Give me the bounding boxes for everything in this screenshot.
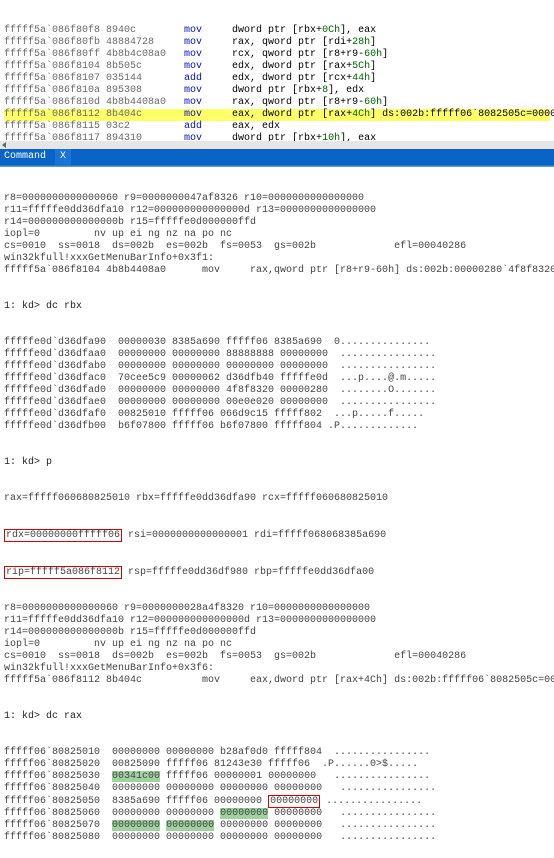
output-line: win32kfull!xxxGetMenuBarInfo+0x3f6: <box>4 663 550 675</box>
output-line: fffffe0d`d36dfae0 00000000 00000000 00e0… <box>4 397 550 409</box>
output-line: cs=0010 ss=0018 ds=002b es=002b fs=0053 … <box>4 651 550 663</box>
output-line: fffffe0d`d36dfb00 b6f07800 fffff06 b6f07… <box>4 421 550 433</box>
command-tab-label: Command <box>4 151 46 162</box>
disasm-row[interactable]: fffff5a`086f8104 8b505c mov edx, dword p… <box>4 61 550 73</box>
memory-row: fffff06`80825040 00000000 00000000 00000… <box>4 783 550 795</box>
output-line: fffff5a`086f8112 8b404c mov eax,dword pt… <box>4 675 550 687</box>
horizontal-scrollbar[interactable] <box>0 141 554 149</box>
output-line: r14=000000000000000b r15=fffffe0d000000f… <box>4 217 550 229</box>
output-line: r14=000000000000000b r15=fffffe0d000000f… <box>4 627 550 639</box>
memory-row: fffff06`80825060 00000000 00000000 00000… <box>4 808 550 820</box>
disasm-row[interactable]: fffff5a`086f810a 895308 mov dword ptr [r… <box>4 85 550 97</box>
close-icon[interactable]: X <box>55 149 71 165</box>
disasm-row[interactable]: fffff5a`086f80fb 48884728 mov rax, qword… <box>4 37 550 49</box>
disasm-row[interactable]: fffff5a`086f810d 4b8b4408a0 mov rax, qwo… <box>4 97 550 109</box>
register-line: rip=fffff5a086f8112 rsp=fffffe0dd36df980… <box>4 566 550 579</box>
disasm-row[interactable]: fffff5a`086f8107 035144 add edx, dword p… <box>4 73 550 85</box>
output-line: fffff5a`086f8104 4b8b4408a0 mov rax,qwor… <box>4 265 550 277</box>
memory-row: fffff06`80825030 00341c00 fffff06 000000… <box>4 771 550 783</box>
output-line: r11=fffffe0dd36dfa10 r12=000000000000000… <box>4 615 550 627</box>
kd-prompt: 1: kd> p <box>4 457 550 469</box>
memory-row: fffff06`80825050 8385a690 fffff06 000000… <box>4 795 550 808</box>
output-line: iopl=0 nv up ei ng nz na po nc <box>4 229 550 241</box>
output-line: iopl=0 nv up ei ng nz na po nc <box>4 639 550 651</box>
command-output[interactable]: r8=0000000000000060 r9=0000000047af8326 … <box>0 167 554 858</box>
output-line: cs=0010 ss=0018 ds=002b es=002b fs=0053 … <box>4 241 550 253</box>
output-line: fffffe0d`d36dfaa0 00000000 00000000 8888… <box>4 349 550 361</box>
output-line: r8=0000000000000060 r9=0000000028a4f8320… <box>4 603 550 615</box>
memory-row: fffff06`80825080 00000000 00000000 00000… <box>4 832 550 844</box>
output-line: r8=0000000000000060 r9=0000000047af8326 … <box>4 193 550 205</box>
disasm-row[interactable]: fffff5a`086f8115 03c2 add eax, edx <box>4 121 550 133</box>
kd-prompt: 1: kd> dc rbx <box>4 301 550 313</box>
output-line: fffffe0d`d36dfa90 00000030 8385a690 ffff… <box>4 337 550 349</box>
disasm-row[interactable]: fffff5a`086f80ff 4b8b4c08a0 mov rcx, qwo… <box>4 49 550 61</box>
kd-prompt: 1: kd> dc rax <box>4 711 550 723</box>
disasm-row[interactable]: fffff5a`086f80f8 8940c mov dword ptr [rb… <box>4 25 550 37</box>
disasm-row[interactable]: fffff5a`086f8112 8b404c mov eax, dword p… <box>4 109 550 121</box>
disasm-row[interactable]: fffff5a`086f8117 894310 mov dword ptr [r… <box>4 133 550 141</box>
disassembly-pane[interactable]: fffff5a`086f80f8 8940c mov dword ptr [rb… <box>0 0 554 141</box>
output-line: r11=fffffe0dd36dfa10 r12=000000000000000… <box>4 205 550 217</box>
output-line: fffffe0d`d36dfac0 70cee5c9 00000062 d36d… <box>4 373 550 385</box>
register-line: rdx=00000000fffff06 rsi=0000000000000001… <box>4 529 550 542</box>
output-line: win32kfull!xxxGetMenuBarInfo+0x3f1: <box>4 253 550 265</box>
memory-row: fffff06`80825020 00825090 fffff06 81243e… <box>4 759 550 771</box>
register-line: rax=fffff060680825010 rbx=fffffe0dd36dfa… <box>4 493 550 505</box>
memory-row: fffff06`80825010 00000000 00000000 b28af… <box>4 747 550 759</box>
memory-row: fffff06`80825070 00000000 00000000 00000… <box>4 820 550 832</box>
output-line: fffffe0d`d36dfaf0 00825010 fffff06 066d9… <box>4 409 550 421</box>
command-tab[interactable]: Command X <box>0 149 554 165</box>
output-line: fffffe0d`d36dfad0 00000000 00000000 4f8f… <box>4 385 550 397</box>
output-line: fffffe0d`d36dfab0 00000000 00000000 0000… <box>4 361 550 373</box>
